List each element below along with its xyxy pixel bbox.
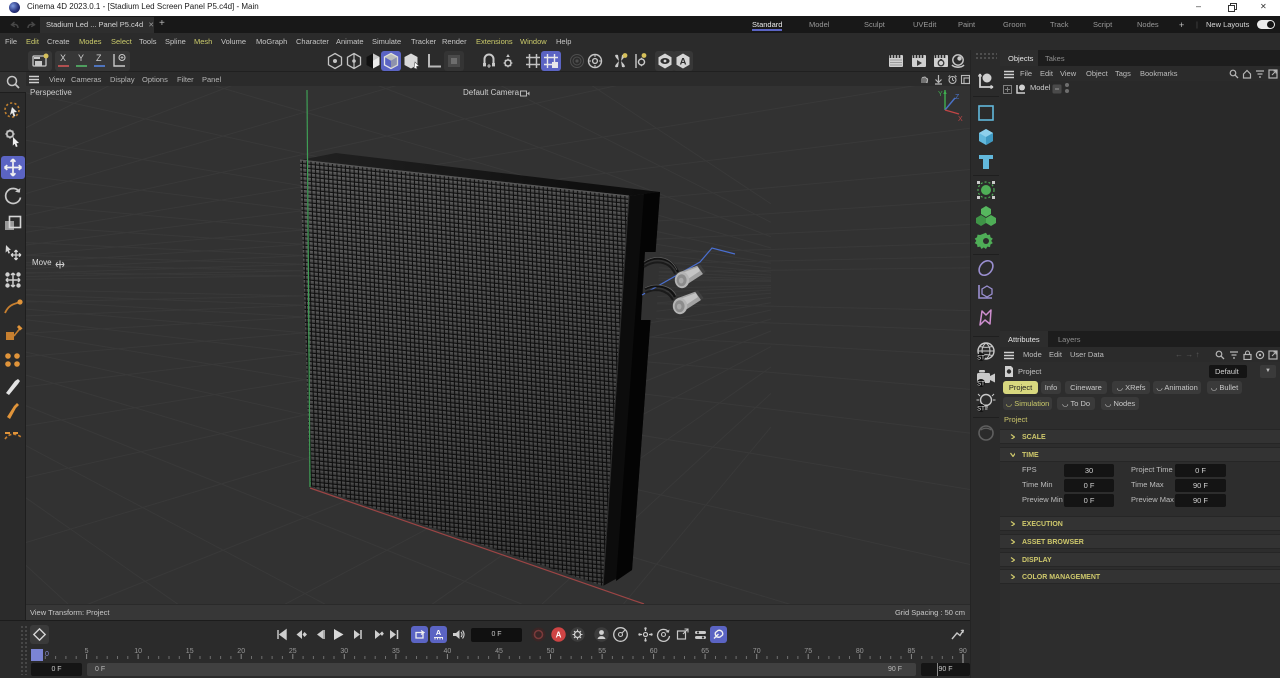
svg-text:ST: ST <box>977 355 985 361</box>
svg-text:25: 25 <box>289 648 297 655</box>
svg-text:65: 65 <box>701 648 709 655</box>
svg-text:ST: ST <box>977 406 985 412</box>
svg-text:20: 20 <box>237 648 245 655</box>
svg-text:85: 85 <box>908 648 916 655</box>
svg-text:15: 15 <box>186 648 194 655</box>
svg-text:Y: Y <box>938 91 943 98</box>
svg-text:0: 0 <box>45 651 49 658</box>
svg-text:50: 50 <box>547 648 555 655</box>
svg-text:90: 90 <box>959 648 967 655</box>
svg-text:A: A <box>556 630 562 639</box>
svg-text:ST: ST <box>977 381 985 387</box>
svg-text:60: 60 <box>650 648 658 655</box>
svg-text:40: 40 <box>444 648 452 655</box>
svg-text:35: 35 <box>392 648 400 655</box>
svg-text:X: X <box>958 116 963 123</box>
svg-text:A: A <box>680 57 687 68</box>
svg-text:75: 75 <box>804 648 812 655</box>
svg-text:30: 30 <box>340 648 348 655</box>
svg-text:Z: Z <box>955 94 960 101</box>
svg-text:45: 45 <box>495 648 503 655</box>
svg-text:5: 5 <box>85 648 89 655</box>
svg-text:55: 55 <box>598 648 606 655</box>
svg-text:70: 70 <box>753 648 761 655</box>
svg-text:80: 80 <box>856 648 864 655</box>
svg-text:A: A <box>436 628 442 637</box>
svg-text:10: 10 <box>134 648 142 655</box>
